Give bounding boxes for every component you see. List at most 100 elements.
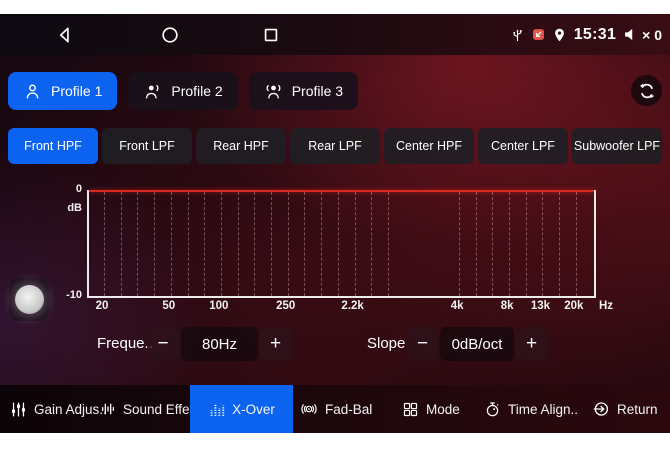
tab-rear-hpf[interactable]: Rear HPF <box>196 128 286 164</box>
gridline <box>171 192 172 296</box>
x-tick-label: 8k <box>501 300 514 312</box>
tab-label: Center HPF <box>396 139 462 153</box>
nav-label: Gain Adjus.. <box>34 402 107 417</box>
profile-label: Profile 2 <box>171 83 222 99</box>
nav-label: Mode <box>426 402 460 417</box>
volume-level: × 0 <box>642 27 662 43</box>
nav-label: X-Over <box>232 402 275 417</box>
reset-button[interactable] <box>631 75 662 106</box>
nav-label: Time Align.. <box>508 402 578 417</box>
tab-label: Rear LPF <box>308 139 362 153</box>
recents-icon[interactable] <box>261 25 281 45</box>
tab-front-lpf[interactable]: Front LPF <box>102 128 192 164</box>
nav-mode[interactable]: Mode <box>402 385 460 433</box>
gridline <box>254 192 255 296</box>
slope-label: Slope <box>367 327 405 361</box>
gridline <box>154 192 155 296</box>
person-icon <box>23 82 42 101</box>
tab-rear-lpf[interactable]: Rear LPF <box>290 128 380 164</box>
y-axis-unit: dB <box>0 202 82 214</box>
refresh-icon <box>637 81 657 101</box>
tab-front-hpf[interactable]: Front HPF <box>8 128 98 164</box>
crossover-filter-tabs: Front HPF Front LPF Rear HPF Rear LPF Ce… <box>8 128 662 164</box>
gridline <box>204 192 205 296</box>
tab-label: Front LPF <box>119 139 175 153</box>
profile-label: Profile 3 <box>292 83 343 99</box>
gridline <box>137 192 138 296</box>
x-tick-label: 20k <box>564 300 583 312</box>
tab-label: Rear HPF <box>213 139 269 153</box>
tab-label: Subwoofer LPF <box>574 139 660 153</box>
x-tick-label: 13k <box>531 300 550 312</box>
gridline <box>304 192 305 296</box>
waveform-icon <box>100 401 116 417</box>
x-tick-label: 50 <box>162 300 175 312</box>
response-curve <box>89 190 594 192</box>
xover-plot <box>87 190 596 298</box>
status-icons: 15:31 × 0 <box>510 14 662 55</box>
nav-x-over[interactable]: X-Over <box>190 385 293 433</box>
volume-knob-button[interactable] <box>9 278 49 321</box>
x-axis-labels: 20501002502.2k4k8k13k20k <box>87 300 592 314</box>
frequency-plus-button[interactable]: + <box>260 327 291 361</box>
nav-label: Return <box>617 402 658 417</box>
gain-sliders-icon <box>10 401 27 418</box>
gridline <box>221 192 222 296</box>
frequency-minus-button[interactable]: − <box>147 327 179 361</box>
location-icon <box>552 26 567 44</box>
status-bar: 15:31 × 0 <box>0 14 670 55</box>
gridline <box>559 192 560 296</box>
back-icon[interactable] <box>55 25 75 45</box>
x-axis-unit: Hz <box>599 300 613 312</box>
gridline <box>509 192 510 296</box>
tab-center-hpf[interactable]: Center HPF <box>384 128 474 164</box>
profile-label: Profile 1 <box>51 83 102 99</box>
bottom-nav-bar: Gain Adjus.. Sound Effe.. X-Over Fad-Bal… <box>0 385 670 433</box>
profile-row: Profile 1 Profile 2 Profile 3 <box>8 72 358 110</box>
gridline <box>121 192 122 296</box>
gridline <box>188 192 189 296</box>
slope-minus-button[interactable]: − <box>407 327 438 361</box>
gridline <box>238 192 239 296</box>
slope-value: 0dB/oct <box>440 327 514 361</box>
gridline <box>371 192 372 296</box>
knob-icon <box>15 285 44 314</box>
volume-indicator: × 0 <box>623 26 662 43</box>
profile-3-button[interactable]: Profile 3 <box>249 72 358 110</box>
tab-center-lpf[interactable]: Center LPF <box>478 128 568 164</box>
nav-sound-effects[interactable]: Sound Effe.. <box>100 385 197 433</box>
tab-label: Center LPF <box>491 139 555 153</box>
profile-1-button[interactable]: Profile 1 <box>8 72 117 110</box>
return-arrow-icon <box>592 400 610 418</box>
home-icon[interactable] <box>160 25 180 45</box>
nav-return[interactable]: Return <box>592 385 658 433</box>
clock: 15:31 <box>574 26 616 44</box>
gridline <box>526 192 527 296</box>
nav-fad-bal[interactable]: Fad-Bal <box>300 385 372 433</box>
gridline <box>104 192 105 296</box>
x-tick-label: 100 <box>209 300 228 312</box>
gridline <box>492 192 493 296</box>
y-axis-label-0: 0 <box>0 183 82 195</box>
gridline <box>476 192 477 296</box>
gridline <box>338 192 339 296</box>
profile-2-button[interactable]: Profile 2 <box>128 72 237 110</box>
tab-subwoofer-lpf[interactable]: Subwoofer LPF <box>572 128 662 164</box>
frequency-value: 80Hz <box>181 327 258 361</box>
x-tick-label: 250 <box>276 300 295 312</box>
tab-label: Front HPF <box>24 139 82 153</box>
person-broadcast-icon <box>264 82 283 101</box>
x-tick-label: 20 <box>96 300 109 312</box>
nav-time-align[interactable]: Time Align.. <box>484 385 578 433</box>
gridline <box>321 192 322 296</box>
nav-label: Fad-Bal <box>325 402 372 417</box>
red-arrow-badge-icon <box>532 28 545 41</box>
slope-plus-button[interactable]: + <box>516 327 547 361</box>
nav-gain-adjust[interactable]: Gain Adjus.. <box>10 385 107 433</box>
gridline <box>271 192 272 296</box>
stopwatch-icon <box>484 401 501 418</box>
gridline <box>288 192 289 296</box>
muted-speaker-icon <box>623 26 640 43</box>
gridline <box>388 192 389 296</box>
gridline <box>355 192 356 296</box>
